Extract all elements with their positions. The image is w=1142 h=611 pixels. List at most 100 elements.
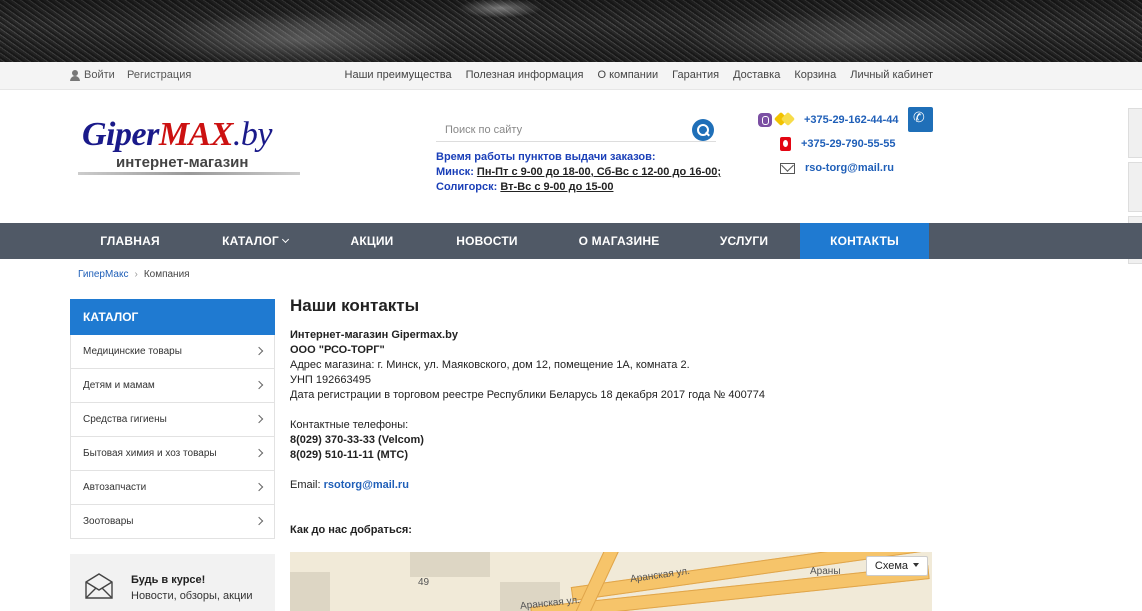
sidebar-item-medical[interactable]: Медицинские товары [70,335,275,369]
newsletter-title: Будь в курсе! [131,574,206,586]
map-number: 49 [418,577,430,588]
sidebar-item-auto[interactable]: Автозапчасти [70,471,275,505]
top-nav: Наши преимущества Полезная информация О … [345,69,933,81]
user-icon [70,69,80,81]
contact-phone-2: +375-29-790-55-55 [780,137,896,151]
nav-news-label: НОВОСТИ [456,234,518,248]
sidebar-title[interactable]: КАТАЛОГ [70,299,275,335]
logo-part-by: .by [232,116,273,153]
pickup-soligorsk-label: Солигорск: [436,181,498,193]
logo-wordmark: GiperMAX.by [82,116,273,154]
store-name: Интернет-магазин Gipermax.by [290,329,458,341]
pickup-minsk-hours: Пн-Пт с 9-00 до 18-00, Сб-Вс с 12-00 до … [476,166,722,178]
nav-contacts[interactable]: КОНТАКТЫ [800,223,929,259]
side-tab-1[interactable] [1128,108,1142,158]
top-nav-delivery[interactable]: Доставка [733,69,780,81]
chevron-down-icon [281,235,289,244]
email-link[interactable]: rsotorg@mail.ru [324,479,409,491]
sidebar-item-hygiene[interactable]: Средства гигиены [70,403,275,437]
breadcrumb: ГиперМакс › Компания [78,269,190,280]
breadcrumb-current: Компания [143,269,190,280]
pickup-hours: Время работы пунктов выдачи заказов: Мин… [436,150,721,195]
page-title: Наши контакты [290,296,420,315]
sidebar-item-label: Автозапчасти [83,482,147,493]
main-nav: ГЛАВНАЯ КАТАЛОГ АКЦИИ НОВОСТИ О МАГАЗИНЕ… [0,223,1142,259]
nav-promotions[interactable]: АКЦИИ [330,223,414,259]
mts-icon [780,137,791,151]
top-nav-advantages[interactable]: Наши преимущества [345,69,452,81]
chevron-right-icon [254,346,264,356]
velcom-icon [776,114,794,126]
top-nav-cart[interactable]: Корзина [794,69,836,81]
directions-heading: Как до нас добраться: [290,524,412,536]
chevron-right-icon [254,516,264,526]
caret-down-icon [913,563,919,567]
nav-about-store[interactable]: О МАГАЗИНЕ [560,223,678,259]
top-nav-account[interactable]: Личный кабинет [850,69,933,81]
top-nav-about[interactable]: О компании [598,69,659,81]
nav-home-label: ГЛАВНАЯ [100,234,160,248]
pickup-minsk-label: Минск: [436,166,474,178]
contacts-content: Наши контакты Интернет-магазин Gipermax.… [290,296,940,538]
nav-services[interactable]: УСЛУГИ [694,223,794,259]
phone-velcom[interactable]: 8(029) 370-33-33 (Velcom) [290,433,940,448]
map-type-label: Схема [874,560,908,572]
location-map[interactable]: 49 Аранская ул. Аранская ул. Араны Схема [290,552,932,611]
nav-promotions-label: АКЦИИ [350,234,394,248]
header-background-image [0,0,1142,62]
logo-underline [78,172,300,175]
top-bar: Войти Регистрация Наши преимущества Поле… [0,62,1142,90]
chevron-right-icon [254,414,264,424]
company-name: ООО "РСО-ТОРГ" [290,344,385,356]
login-link[interactable]: Войти [70,69,115,81]
map-area-label: Араны [810,566,841,577]
sidebar-item-label: Медицинские товары [83,346,182,357]
nav-services-label: УСЛУГИ [719,234,769,248]
newsletter-subtitle: Новости, обзоры, акции [131,590,253,602]
register-link[interactable]: Регистрация [127,69,191,81]
side-tab-2[interactable] [1128,162,1142,212]
nav-catalog[interactable]: КАТАЛОГ [195,223,315,259]
sidebar-item-label: Зоотовары [83,516,134,527]
mail-icon [780,162,795,174]
registration-info: Дата регистрации в торговом реестре Респ… [290,389,766,401]
nav-about-store-label: О МАГАЗИНЕ [578,234,660,248]
phone-1-number[interactable]: +375-29-162-44-44 [804,114,899,126]
search-box[interactable]: Поиск по сайту [436,118,716,142]
chevron-right-icon [254,448,264,458]
envelope-icon [85,573,113,599]
contact-email: rso-torg@mail.ru [780,162,894,174]
sidebar-item-label: Бытовая химия и хоз товары [83,448,217,459]
phone-mts[interactable]: 8(029) 510-11-11 (МТС) [290,448,940,463]
catalog-sidebar: КАТАЛОГ Медицинские товары Детям и мамам… [70,299,275,539]
phone-2-number[interactable]: +375-29-790-55-55 [801,138,896,150]
nav-contacts-label: КОНТАКТЫ [830,234,899,248]
logo-part-giper: Giper [82,116,159,153]
top-nav-warranty[interactable]: Гарантия [672,69,719,81]
login-label[interactable]: Войти [84,69,115,81]
breadcrumb-home[interactable]: ГиперМакс [78,269,128,280]
nav-catalog-label: КАТАЛОГ [222,234,279,248]
logo-tagline: интернет-магазин [116,154,249,171]
nav-home[interactable]: ГЛАВНАЯ [80,223,180,259]
header-email-link[interactable]: rso-torg@mail.ru [805,162,894,174]
chevron-right-icon [254,380,264,390]
chevron-right-icon [254,482,264,492]
sidebar-item-label: Детям и мамам [83,380,155,391]
top-nav-useful-info[interactable]: Полезная информация [466,69,584,81]
sidebar-item-pets[interactable]: Зоотовары [70,505,275,539]
sidebar-item-label: Средства гигиены [83,414,167,425]
unp-number: УНП 192663495 [290,374,371,386]
phones-label: Контактные телефоны: [290,419,409,431]
sidebar-item-kids[interactable]: Детям и мамам [70,369,275,403]
phone-callback-button[interactable] [908,107,933,132]
site-logo[interactable]: GiperMAX.by интернет-магазин [78,114,300,176]
map-type-select[interactable]: Схема [865,556,928,576]
contact-phone-1: +375-29-162-44-44 [758,113,899,127]
search-input[interactable]: Поиск по сайту [445,124,522,136]
sidebar-item-household[interactable]: Бытовая химия и хоз товары [70,437,275,471]
map-block [410,552,490,577]
newsletter-block[interactable]: Будь в курсе! Новости, обзоры, акции [70,554,275,611]
nav-news[interactable]: НОВОСТИ [430,223,544,259]
search-icon[interactable] [692,119,714,141]
